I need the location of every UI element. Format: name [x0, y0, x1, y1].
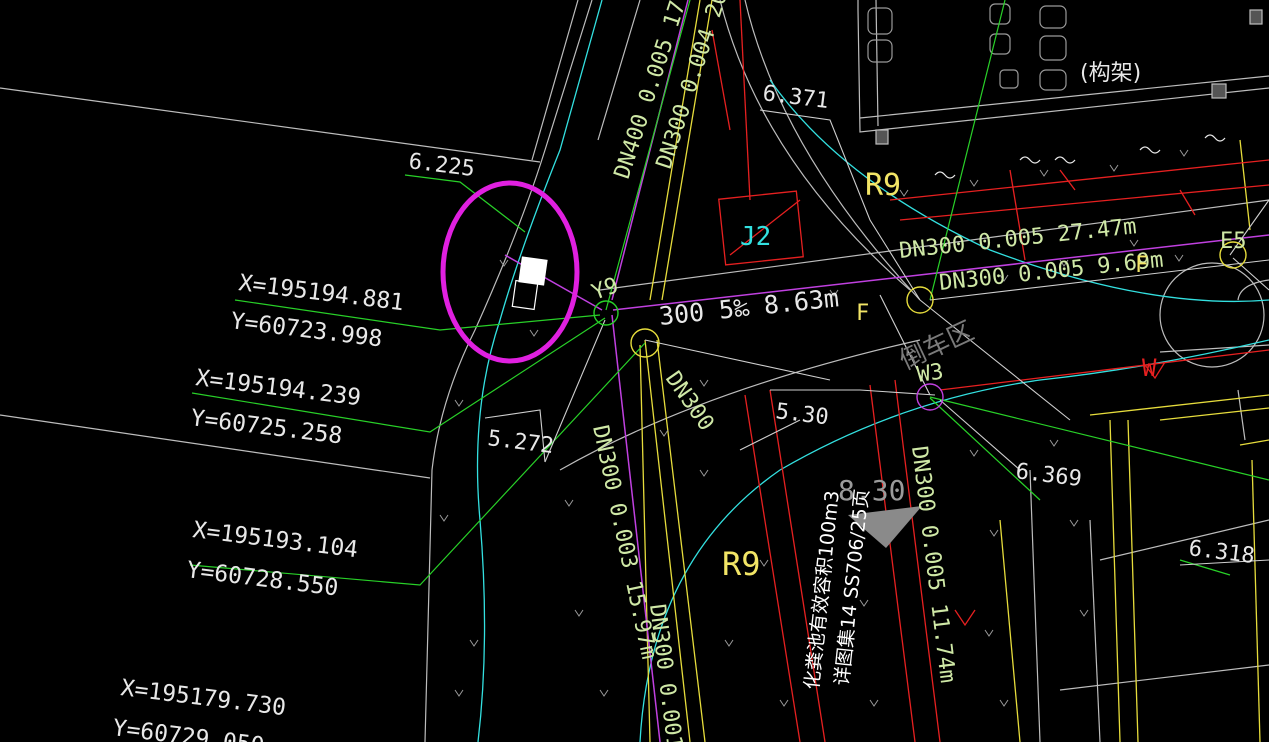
cad-drawing-canvas[interactable]: X=195194.881 Y=60723.998 X=195194.239 Y=… [0, 0, 1269, 742]
coord-4-y: Y=60729.050 [111, 715, 265, 742]
label-r9-top: R9 [865, 168, 901, 203]
coord-4-x: X=195179.730 [119, 675, 287, 721]
highlight-ellipse [440, 180, 580, 364]
red-lines [711, 0, 1269, 742]
elevation-6369: 6.369 [1014, 459, 1083, 492]
coord-2-y: Y=60725.258 [189, 405, 343, 449]
tilde-marks [934, 134, 1226, 179]
label-f1: F [856, 301, 869, 326]
elevation-6371: 6.371 [761, 81, 830, 114]
grip-outline-marker[interactable] [511, 279, 539, 311]
pipe-label-dn300-0001: DN300 0.001 [644, 603, 687, 742]
elevation-5272: 5.272 [486, 426, 555, 459]
coord-3-y: Y=60728.550 [185, 557, 339, 601]
pipe-label-dn300-1174: DN300 0.005 11.74m [906, 445, 960, 685]
coord-1-y: Y=60723.998 [229, 308, 383, 352]
label-f2: F [1135, 253, 1148, 278]
label-r9-bottom: R9 [722, 545, 761, 583]
label-e5: E5 [1220, 229, 1247, 254]
pipe-labels: DN400 0.005 17.39 DN300 0.004 20 DN300 0… [587, 0, 1164, 742]
building-outline [857, 0, 1269, 145]
elevation-530: 5.30 [774, 399, 830, 430]
label-structure: (构架) [1080, 61, 1141, 86]
coord-3-x: X=195193.104 [191, 517, 359, 563]
coord-2-x: X=195194.239 [194, 365, 362, 411]
label-w: W [1142, 354, 1157, 382]
pipe-label-300-863: 300 5‰ 8.63m [658, 283, 841, 331]
coord-1-x: X=195194.881 [237, 270, 405, 316]
coordinate-labels: X=195194.881 Y=60723.998 X=195194.239 Y=… [111, 270, 405, 742]
label-j2: J2 [740, 222, 771, 252]
